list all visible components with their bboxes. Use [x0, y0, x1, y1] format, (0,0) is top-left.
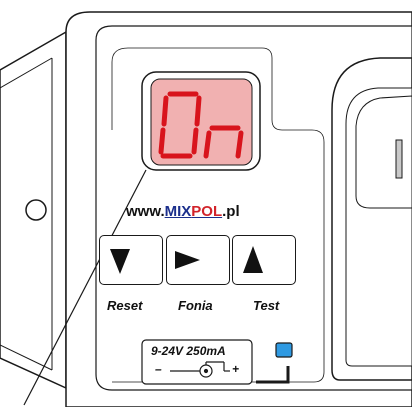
window-indicator-mark: [395, 139, 403, 179]
status-led: [275, 342, 293, 358]
test-label: Test: [253, 298, 280, 313]
brand-pol: POL: [191, 203, 223, 220]
power-spec: 9-24V 250mA: [151, 344, 226, 358]
reset-button[interactable]: [99, 235, 163, 285]
fonia-button[interactable]: [166, 235, 230, 285]
website-address: www.MIXPOL.pl: [126, 203, 240, 220]
url-prefix: www.: [126, 203, 165, 220]
brand-mix: MIX: [164, 203, 192, 220]
test-button[interactable]: [232, 235, 296, 285]
fonia-label: Fonia: [178, 298, 213, 313]
triangle-right-icon: [175, 251, 200, 269]
reset-label: Reset: [107, 298, 143, 313]
brand-name: MIXPOL: [165, 203, 223, 220]
mounting-hole: [25, 199, 47, 221]
polarity-minus: –: [155, 362, 162, 376]
polarity-plus: +: [232, 362, 240, 376]
triangle-down-icon: [110, 249, 130, 274]
triangle-up-icon: [243, 246, 263, 273]
device-illustration: www.MIXPOL.pl Reset Fonia Test 9-24V 250…: [0, 0, 412, 407]
url-suffix: .pl: [222, 203, 240, 220]
